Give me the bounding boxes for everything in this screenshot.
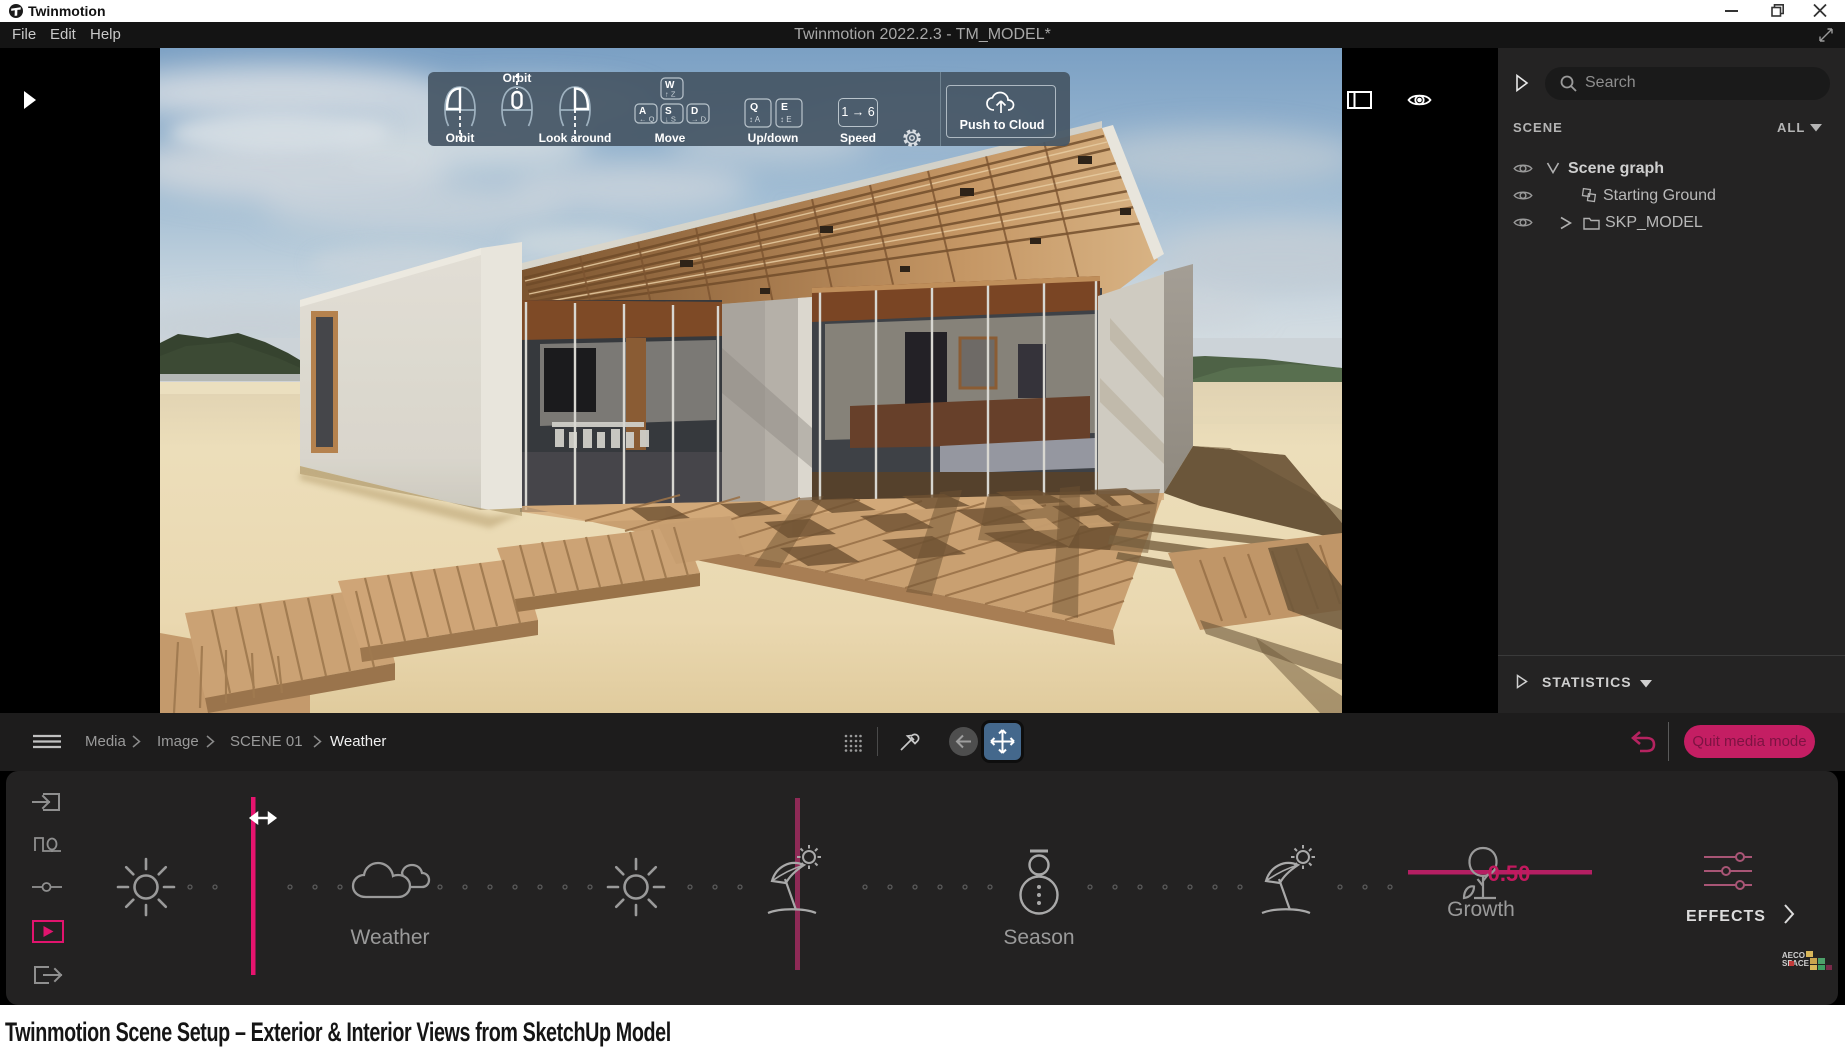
svg-text:↕ E: ↕ E (780, 115, 792, 124)
svg-text:→ D: → D (691, 115, 707, 124)
svg-text:Season: Season (1003, 926, 1074, 949)
svg-text:↑ Z: ↑ Z (665, 90, 676, 99)
svg-text:Weather: Weather (351, 926, 430, 949)
svg-text:↓ S: ↓ S (665, 115, 676, 124)
svg-text:0.50: 0.50 (1488, 861, 1531, 886)
svg-text:SPACE: SPACE (1782, 959, 1810, 968)
svg-text:← Q: ← Q (639, 115, 655, 124)
svg-text:↕ A: ↕ A (749, 115, 761, 124)
svg-text:Growth: Growth (1447, 898, 1515, 921)
svg-text:E: E (781, 101, 788, 113)
svg-text:Q: Q (750, 101, 758, 113)
svg-text:EFFECTS: EFFECTS (1686, 908, 1766, 925)
